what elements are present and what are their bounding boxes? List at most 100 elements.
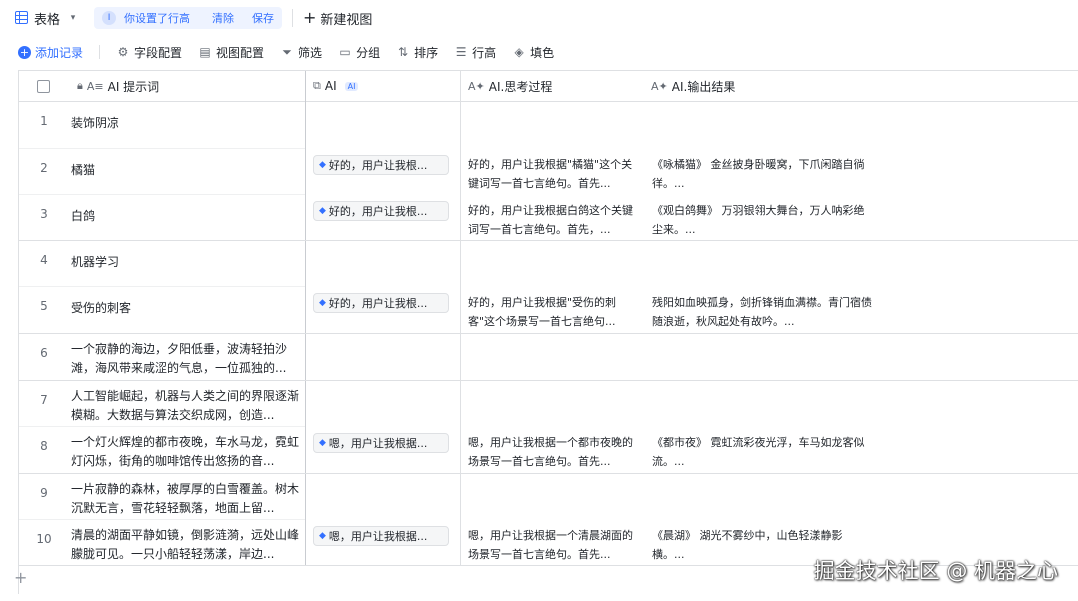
- ai-text-field-icon: A✦: [651, 79, 668, 93]
- column-header-thinking[interactable]: A✦ AI.思考过程: [460, 71, 552, 101]
- ai-result-button[interactable]: ◆ 好的，用户让我根...: [313, 201, 449, 221]
- thinking-cell[interactable]: 好的，用户让我根据白鸽这个关键词写一首七言绝句。首先，...: [468, 201, 640, 239]
- ai-result-label: 好的，用户让我根...: [328, 297, 428, 310]
- output-cell[interactable]: 《观白鸽舞》 万羽银翎大舞台，万人呐彩绝尘来。...: [652, 201, 874, 239]
- group-button[interactable]: ▭ 分组: [338, 44, 380, 61]
- new-view-button[interactable]: + 新建视图: [303, 9, 372, 28]
- row-number: 5: [40, 299, 48, 313]
- row-height-label: 行高: [472, 45, 497, 60]
- ai-bot-icon: ◆: [319, 531, 326, 541]
- thinking-cell[interactable]: 嗯，用户让我根据一个都市夜晚的场景写一首七言绝句。首先...: [468, 433, 640, 471]
- hint-clear-link[interactable]: 清除: [212, 10, 234, 26]
- select-all-cell[interactable]: [31, 71, 50, 101]
- table-row[interactable]: 9 一片寂静的森林，被厚厚的白雪覆盖。树木沉默无言，雪花轻轻飘落，地面上留...: [19, 474, 1078, 520]
- sort-button[interactable]: ⇅ 排序: [396, 44, 438, 61]
- sort-label: 排序: [414, 45, 439, 60]
- sort-icon: ⇅: [398, 45, 409, 59]
- row-number: 9: [40, 486, 48, 500]
- prompt-cell[interactable]: 橘猫: [71, 161, 301, 180]
- row-number: 10: [36, 532, 52, 546]
- lock-icon: 🔒︎: [77, 79, 83, 92]
- tab-grid-view-label: 表格: [34, 12, 61, 28]
- prompt-cell[interactable]: 清晨的湖面平静如镜，倒影涟漪，远处山峰朦胧可见。一只小船轻轻荡漾，岸边...: [71, 526, 301, 566]
- prompt-cell[interactable]: 机器学习: [71, 253, 301, 272]
- view-config-button[interactable]: ▤ 视图配置: [198, 44, 264, 61]
- ai-bot-icon: ◆: [319, 438, 326, 448]
- table-row[interactable]: 3 白鸽 ◆ 好的，用户让我根... 好的，用户让我根据白鸽这个关键词写一首七言绝…: [19, 195, 1078, 241]
- paint-bucket-icon: ◈: [514, 45, 524, 59]
- table-row[interactable]: 6 一个寂静的海边，夕阳低垂，波涛轻拍沙滩，海风带来咸涩的气息，一位孤独的...: [19, 334, 1078, 380]
- filter-button[interactable]: ⏷ 筛选: [280, 44, 322, 61]
- thinking-cell[interactable]: 嗯，用户让我根据一个清晨湖面的场景写一首七言绝句。首先...: [468, 526, 640, 564]
- output-cell[interactable]: 残阳如血映孤身，剑折锋销血满襟。青门宿债随浪逝，秋风起处有故吟。...: [652, 293, 874, 331]
- field-config-label: 字段配置: [134, 45, 183, 60]
- row-number: 6: [40, 346, 48, 360]
- row-height-icon: ☰: [455, 45, 467, 59]
- ai-result-label: 嗯，用户让我根据...: [328, 530, 428, 543]
- table-row[interactable]: 1 装饰阴凉: [19, 102, 1078, 148]
- row-number: 7: [40, 393, 48, 407]
- thinking-cell[interactable]: 好的，用户让我根据"受伤的刺客"这个场景写一首七言绝句...: [468, 293, 640, 331]
- table-row[interactable]: 7 人工智能崛起，机器与人类之间的界限逐渐模糊。大数据与算法交织成网，创造...: [19, 381, 1078, 427]
- ai-result-button[interactable]: ◆ 好的，用户让我根...: [313, 155, 449, 175]
- row-number: 8: [40, 439, 48, 453]
- fill-color-label: 填色: [530, 45, 555, 60]
- info-icon: I: [102, 11, 117, 25]
- view-settings-icon: ▤: [199, 45, 211, 59]
- filter-icon: ⏷: [282, 45, 292, 59]
- row-height-hint: I 你设置了行高 清除 保存: [94, 7, 283, 29]
- new-view-label: 新建视图: [320, 12, 373, 28]
- row-number: 3: [40, 207, 48, 221]
- prompt-cell[interactable]: 一个灯火辉煌的都市夜晚，车水马龙，霓虹灯闪烁，街角的咖啡馆传出悠扬的音...: [71, 433, 301, 473]
- ai-field-icon: ⧉: [313, 79, 321, 92]
- ai-result-button[interactable]: ◆ 嗯，用户让我根据...: [313, 433, 449, 453]
- add-row-button[interactable]: +: [14, 568, 27, 587]
- grid-table-icon: [14, 11, 28, 25]
- fill-color-button[interactable]: ◈ 填色: [512, 44, 554, 61]
- plus-circle-icon: +: [18, 45, 31, 59]
- prompt-cell[interactable]: 白鸽: [71, 207, 301, 226]
- ai-bot-icon: ◆: [319, 298, 326, 308]
- output-cell[interactable]: 《咏橘猫》 金丝披身卧暖窝，下爪闲踏自徜徉。...: [652, 155, 874, 193]
- table-row[interactable]: 5 受伤的刺客 ◆ 好的，用户让我根... 好的，用户让我根据"受伤的刺客"这个场…: [19, 287, 1078, 333]
- prompt-cell[interactable]: 受伤的刺客: [71, 299, 301, 318]
- tab-divider: [292, 9, 294, 27]
- column-header-thinking-label: AI.思考过程: [488, 79, 553, 94]
- ai-text-field-icon: A✦: [468, 79, 485, 93]
- group-label: 分组: [356, 45, 381, 60]
- row-number: 1: [40, 114, 48, 128]
- data-grid: 🔒︎ A≡ AI 提示词 ⧉ AI AI A✦ AI.思考过程 A✦ AI.输出…: [18, 70, 1078, 594]
- tab-grid-view[interactable]: 表格 ▾: [0, 3, 90, 33]
- watermark: 掘金技术社区 @ 机器之心: [813, 559, 1058, 583]
- column-header-ai[interactable]: ⧉ AI AI: [305, 71, 359, 101]
- row-height-button[interactable]: ☰ 行高: [454, 44, 496, 61]
- table-row[interactable]: 4 机器学习: [19, 241, 1078, 287]
- ai-result-button[interactable]: ◆ 好的，用户让我根...: [313, 293, 449, 313]
- text-field-icon: A≡: [86, 79, 104, 93]
- view-tabbar: 表格 ▾ I 你设置了行高 清除 保存 + 新建视图: [0, 0, 1078, 36]
- column-header-output[interactable]: A✦ AI.输出结果: [643, 71, 735, 101]
- select-all-checkbox[interactable]: [37, 79, 50, 93]
- ai-result-label: 嗯，用户让我根据...: [328, 437, 428, 450]
- prompt-cell[interactable]: 一个寂静的海边，夕阳低垂，波涛轻拍沙滩，海风带来咸涩的气息，一位孤独的...: [71, 340, 301, 380]
- column-header-prompt[interactable]: 🔒︎ A≡ AI 提示词: [69, 71, 159, 101]
- prompt-cell[interactable]: 一片寂静的森林，被厚厚的白雪覆盖。树木沉默无言，雪花轻轻飘落，地面上留...: [71, 480, 301, 520]
- prompt-cell[interactable]: 装饰阴凉: [71, 114, 301, 133]
- add-record-button[interactable]: + 添加记录: [18, 44, 83, 61]
- output-cell[interactable]: 《都市夜》 霓虹流彩夜光浮，车马如龙客似流。...: [652, 433, 874, 471]
- ai-badge: AI: [344, 81, 359, 91]
- row-number: 4: [40, 253, 48, 267]
- hint-save-link[interactable]: 保存: [252, 10, 274, 26]
- ai-bot-icon: ◆: [319, 160, 326, 170]
- field-config-button[interactable]: ⚙ 字段配置: [116, 44, 182, 61]
- ai-result-label: 好的，用户让我根...: [328, 159, 428, 172]
- ai-result-button[interactable]: ◆ 嗯，用户让我根据...: [313, 526, 449, 546]
- table-row[interactable]: 2 橘猫 ◆ 好的，用户让我根... 好的，用户让我根据"橘猫"这个关键词写一首七…: [19, 149, 1078, 195]
- chevron-down-icon[interactable]: ▾: [66, 11, 80, 25]
- table-row[interactable]: 8 一个灯火辉煌的都市夜晚，车水马龙，霓虹灯闪烁，街角的咖啡馆传出悠扬的音...…: [19, 427, 1078, 473]
- plus-icon: +: [303, 8, 317, 27]
- prompt-cell[interactable]: 人工智能崛起，机器与人类之间的界限逐渐模糊。大数据与算法交织成网，创造...: [71, 387, 301, 427]
- ai-bot-icon: ◆: [319, 206, 326, 216]
- thinking-cell[interactable]: 好的，用户让我根据"橘猫"这个关键词写一首七言绝句。首先...: [468, 155, 640, 193]
- filter-label: 筛选: [298, 45, 323, 60]
